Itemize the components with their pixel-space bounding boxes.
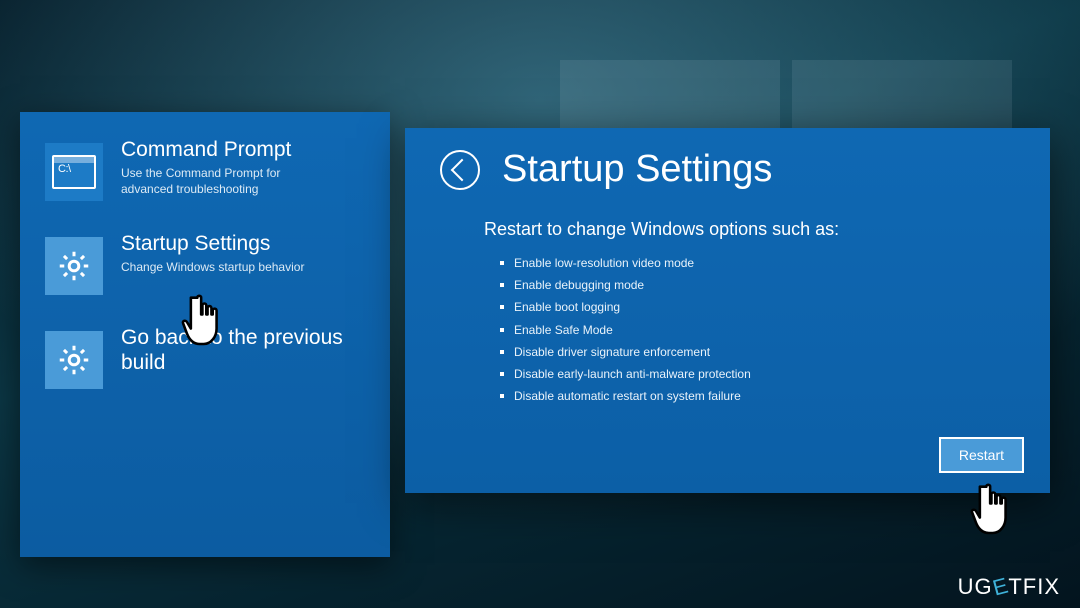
page-subtitle: Restart to change Windows options such a… (484, 219, 1015, 240)
command-prompt-icon (45, 143, 103, 201)
back-button[interactable] (440, 150, 480, 190)
restart-button[interactable]: Restart (941, 439, 1022, 471)
startup-options-list: Enable low-resolution video mode Enable … (500, 252, 1015, 407)
list-item: Enable Safe Mode (500, 319, 1015, 341)
option-title: Startup Settings (121, 231, 304, 256)
gear-icon (45, 331, 103, 389)
option-title: Command Prompt (121, 137, 321, 162)
list-item: Enable boot logging (500, 296, 1015, 318)
option-command-prompt[interactable]: Command Prompt Use the Command Prompt fo… (45, 137, 375, 201)
option-go-back-previous-build[interactable]: Go back to the previous build (45, 325, 375, 389)
arrow-left-icon (451, 158, 474, 181)
option-title: Go back to the previous build (121, 325, 375, 375)
gear-icon (45, 237, 103, 295)
option-desc: Use the Command Prompt for advanced trou… (121, 165, 321, 197)
watermark: UGETFIX (958, 574, 1060, 600)
option-desc: Change Windows startup behavior (121, 259, 304, 275)
list-item: Enable low-resolution video mode (500, 252, 1015, 274)
list-item: Disable automatic restart on system fail… (500, 385, 1015, 407)
option-startup-settings[interactable]: Startup Settings Change Windows startup … (45, 231, 375, 295)
advanced-options-panel: Command Prompt Use the Command Prompt fo… (20, 112, 390, 557)
list-item: Enable debugging mode (500, 274, 1015, 296)
page-title: Startup Settings (502, 148, 772, 191)
startup-settings-panel: Startup Settings Restart to change Windo… (405, 128, 1050, 493)
list-item: Disable early-launch anti-malware protec… (500, 363, 1015, 385)
list-item: Disable driver signature enforcement (500, 341, 1015, 363)
